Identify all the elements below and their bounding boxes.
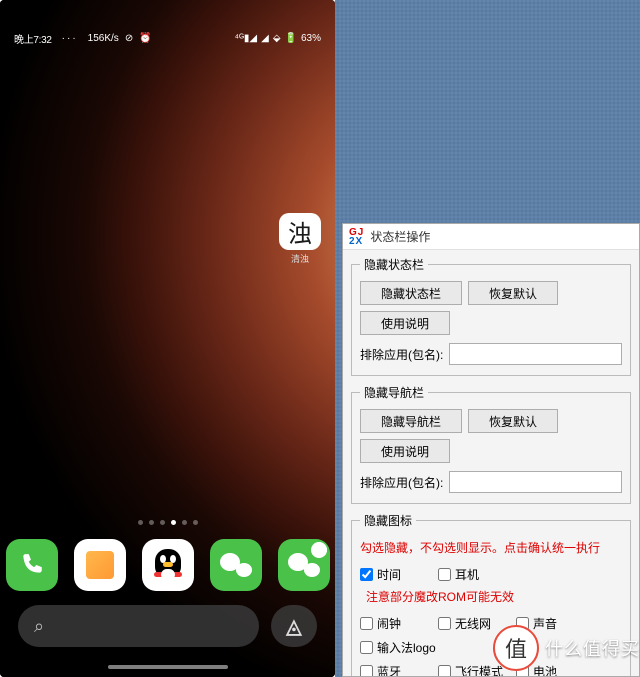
alarm-icon: ⏰: [139, 33, 151, 44]
qq-icon: [154, 549, 182, 581]
statusbar-dialog: GJ2X 状态栏操作 隐藏状态栏 隐藏状态栏 恢复默认 使用说明 排除应用(包名…: [342, 223, 640, 677]
dock-app-phone[interactable]: [6, 539, 58, 591]
exclude-input-1[interactable]: [449, 343, 622, 365]
restore-statusbar-button[interactable]: 恢复默认: [468, 281, 558, 305]
restore-navbar-button[interactable]: 恢复默认: [468, 409, 558, 433]
floating-app-label: 清浊: [291, 252, 309, 265]
legend-hide-icons: 隐藏图标: [360, 512, 416, 529]
dock: [0, 539, 335, 591]
signal2-icon: ◢: [261, 33, 269, 44]
status-battery: 63%: [301, 33, 321, 44]
signal-icon: ⁴ᴳ▮◢: [235, 33, 257, 44]
phone-screenshot: 晚上7:32 ··· 156K/s ⊘ ⏰ ⁴ᴳ▮◢ ◢ ⬙ 🔋 63% 浊 清…: [0, 0, 335, 677]
phone-icon: [19, 552, 45, 578]
help-statusbar-button[interactable]: 使用说明: [360, 311, 450, 335]
assistant-icon: ◬: [286, 614, 301, 639]
assistant-button[interactable]: ◬: [271, 605, 317, 647]
status-bar: 晚上7:32 ··· 156K/s ⊘ ⏰ ⁴ᴳ▮◢ ◢ ⬙ 🔋 63%: [0, 28, 335, 48]
status-speed: 156K/s: [88, 33, 119, 44]
desktop-background: GJ2X 状态栏操作 隐藏状态栏 隐藏状态栏 恢复默认 使用说明 排除应用(包名…: [335, 0, 640, 677]
check-time[interactable]: 时间: [360, 562, 438, 586]
dock-app-wechat[interactable]: [210, 539, 262, 591]
wechat-icon: [288, 551, 320, 579]
watermark: 值 什么值得买: [493, 625, 640, 671]
dialog-title-bar[interactable]: GJ2X 状态栏操作: [343, 224, 639, 250]
legend-hide-statusbar: 隐藏状态栏: [360, 256, 428, 273]
battery-icon: 🔋: [285, 33, 297, 44]
floating-app-icon[interactable]: 浊 清浊: [279, 213, 321, 265]
hide-statusbar-button[interactable]: 隐藏状态栏: [360, 281, 462, 305]
check-alarm[interactable]: 闹钟: [360, 611, 438, 635]
status-dots: ···: [58, 33, 82, 44]
hint-red: 勾选隐藏，不勾选则显示。点击确认统一执行: [360, 539, 622, 556]
dock-app-qq[interactable]: [142, 539, 194, 591]
dnd-icon: ⊘: [125, 33, 133, 44]
wifi-icon: ⬙: [273, 33, 281, 44]
group-hide-statusbar: 隐藏状态栏 隐藏状态栏 恢复默认 使用说明 排除应用(包名):: [351, 256, 631, 376]
app-logo: GJ2X: [349, 228, 364, 246]
warn-red: 注意部分魔改ROM可能无效: [366, 588, 514, 605]
dock-app-notes[interactable]: [74, 539, 126, 591]
notes-icon: [86, 551, 114, 579]
hide-navbar-button[interactable]: 隐藏导航栏: [360, 409, 462, 433]
legend-hide-navbar: 隐藏导航栏: [360, 384, 428, 401]
exclude-label-2: 排除应用(包名):: [360, 474, 443, 491]
watermark-text: 什么值得买: [545, 635, 640, 661]
exclude-label-1: 排除应用(包名):: [360, 346, 443, 363]
group-hide-navbar: 隐藏导航栏 隐藏导航栏 恢复默认 使用说明 排除应用(包名):: [351, 384, 631, 504]
floating-app-glyph: 浊: [279, 213, 321, 250]
gesture-bar[interactable]: [108, 665, 228, 669]
watermark-badge: 值: [493, 625, 539, 671]
dock-app-wechat-dual[interactable]: [278, 539, 330, 591]
dialog-title: 状态栏操作: [370, 228, 430, 245]
search-icon: ⌕: [34, 616, 44, 637]
search-button[interactable]: ⌕: [18, 605, 259, 647]
wechat-icon: [220, 551, 252, 579]
exclude-input-2[interactable]: [449, 471, 622, 493]
check-headset[interactable]: 耳机: [438, 562, 516, 586]
check-ime[interactable]: 输入法logo: [360, 635, 470, 659]
check-bt[interactable]: 蓝牙: [360, 659, 438, 677]
bottom-bar: ⌕ ◬: [18, 605, 317, 647]
status-time: 晚上7:32: [14, 31, 52, 46]
page-indicator: [0, 520, 335, 525]
help-navbar-button[interactable]: 使用说明: [360, 439, 450, 463]
